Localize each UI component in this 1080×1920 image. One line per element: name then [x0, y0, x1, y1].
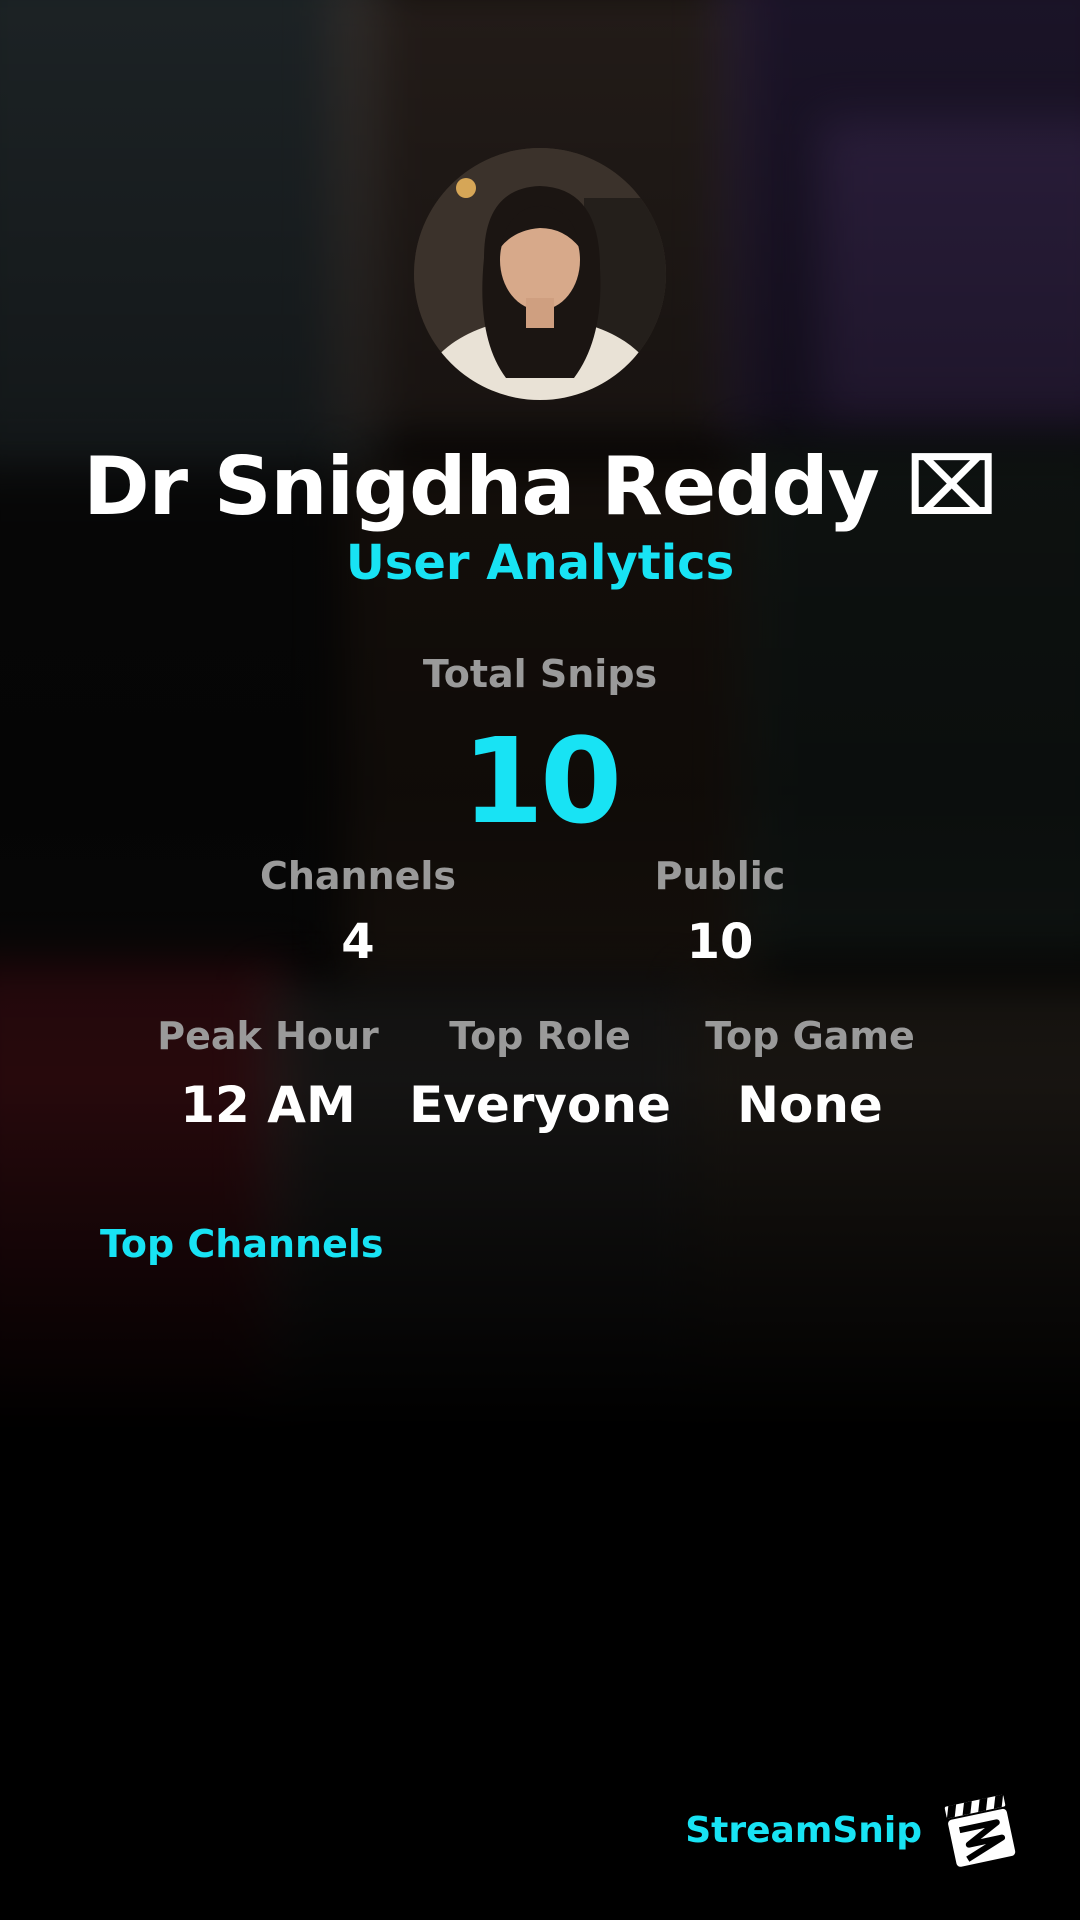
top-game-value: None	[737, 1076, 883, 1134]
top-channels-heading: Top Channels	[100, 1222, 384, 1266]
peak-hour-value: 12 AM	[180, 1076, 356, 1134]
top-role-label: Top Role	[449, 1014, 631, 1058]
public-value: 10	[686, 914, 754, 970]
profile-name: Dr Snigdha Reddy ⌧	[83, 440, 998, 533]
top-role-value: Everyone	[409, 1076, 671, 1134]
clapperboard-icon	[944, 1794, 1016, 1867]
public-label: Public	[654, 854, 786, 898]
page-subtitle: User Analytics	[345, 535, 735, 591]
channels-value: 4	[341, 914, 375, 970]
total-snips-label: Total Snips	[422, 652, 658, 696]
top-game-label: Top Game	[705, 1014, 915, 1058]
channels-label: Channels	[259, 854, 457, 898]
brand-name: StreamSnip	[685, 1809, 922, 1851]
brand-footer: StreamSnip	[685, 1790, 1020, 1870]
avatar	[414, 148, 666, 400]
total-snips-value: 10	[461, 712, 622, 850]
profile-photo-icon	[414, 148, 666, 400]
peak-hour-label: Peak Hour	[157, 1014, 379, 1058]
